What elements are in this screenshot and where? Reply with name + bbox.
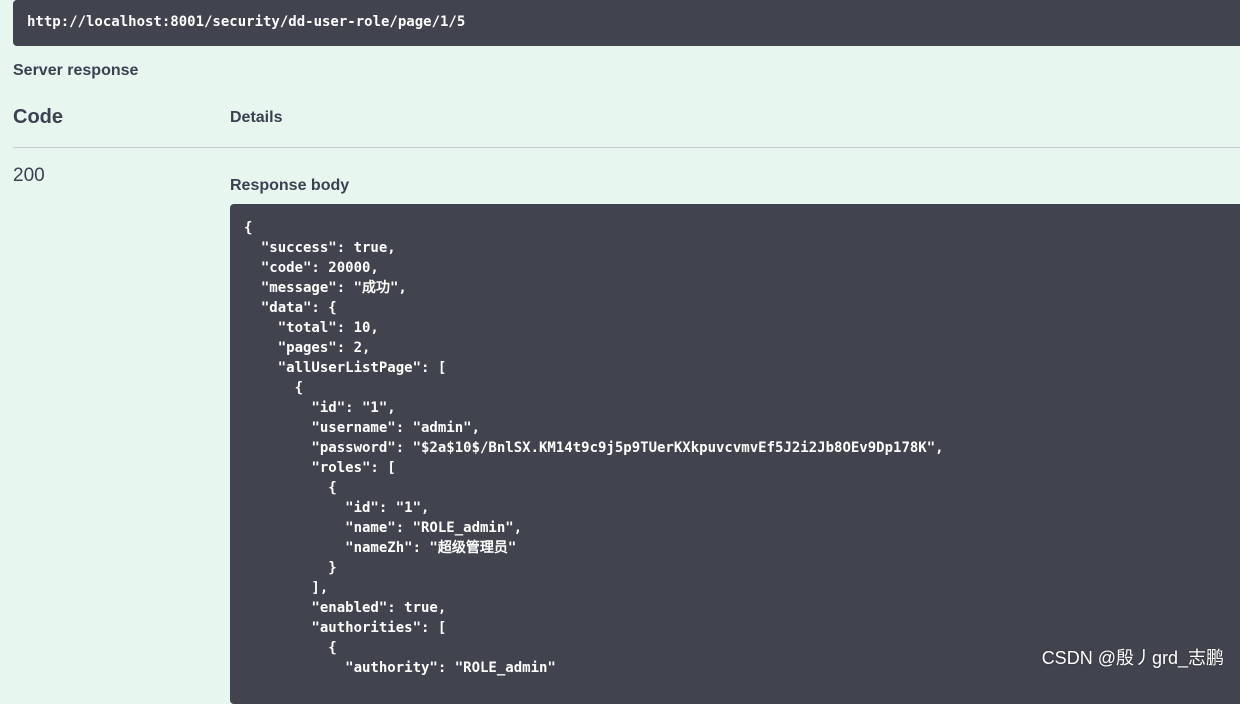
- request-url[interactable]: http://localhost:8001/security/dd-user-r…: [13, 0, 1240, 46]
- watermark: CSDN @殷丿grd_志鹏: [1041, 648, 1224, 668]
- status-code: 200: [13, 165, 45, 186]
- server-response-heading: Server response: [13, 62, 139, 79]
- response-body-block[interactable]: { "success": true, "code": 20000, "messa…: [230, 204, 1240, 704]
- response-body-json: { "success": true, "code": 20000, "messa…: [244, 220, 944, 676]
- header-divider: [13, 147, 1240, 148]
- details-column-header: Details: [230, 109, 283, 126]
- response-body-label: Response body: [230, 177, 350, 194]
- code-column-header: Code: [13, 106, 63, 128]
